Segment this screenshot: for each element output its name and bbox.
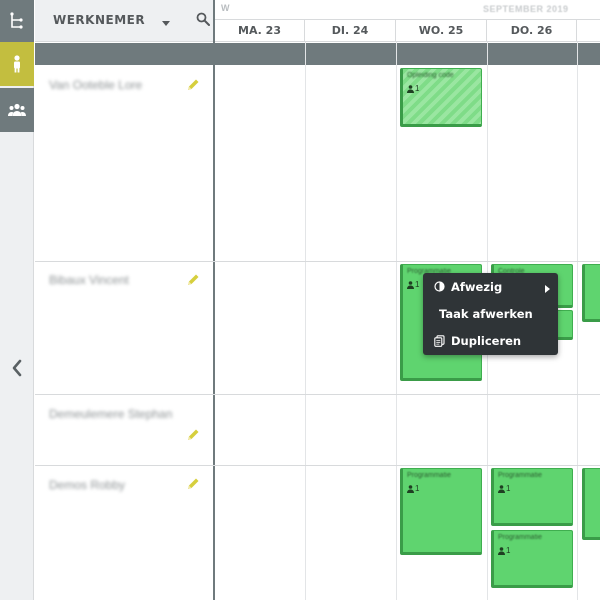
person-small-icon [407,84,414,93]
employee-name[interactable]: Van Ooteble Lore [49,74,179,96]
employee-panel-title: WERKNEMER [53,13,146,27]
task-title: Opleiding code [407,72,454,79]
person-view-button[interactable] [0,42,34,86]
group-band [35,43,600,65]
menu-item-label: Dupliceren [451,333,522,348]
task-card[interactable] [582,264,600,322]
day-strip: MA. 23 DI. 24 WO. 25 DO. 26 [215,19,600,42]
calendar-header: W SEPTEMBER 2019 MA. 23 DI. 24 WO. 25 DO… [215,0,600,42]
employee-name[interactable]: Demos Robby [49,474,179,496]
menu-item-taak-afwerken[interactable]: Taak afwerken [423,300,558,327]
half-circle-icon [431,281,447,292]
task-card[interactable] [582,468,600,540]
task-card[interactable]: Programmatie 1 [400,468,482,555]
person-small-icon [407,280,414,289]
employee-row: Van Ooteble Lore [35,65,600,262]
day-header: DO. 26 [487,20,577,42]
person-small-icon [498,484,505,493]
person-small-icon [498,546,505,555]
pencil-icon[interactable] [186,273,200,292]
week-label: W [221,3,230,13]
task-title: Programmatie [498,534,542,541]
employee-panel-header: WERKNEMER [35,0,214,42]
copy-icon [431,334,447,347]
task-assignee-count: 1 [407,484,419,493]
day-header: MA. 23 [215,20,305,42]
day-header: DI. 24 [305,20,396,42]
menu-item-label: Afwezig [451,279,503,294]
day-header: WO. 25 [396,20,487,42]
pencil-icon[interactable] [186,428,200,447]
employee-name[interactable]: Bibaux Vincent [49,269,179,291]
menu-item-dupliceren[interactable]: Dupliceren [423,327,558,354]
task-assignee-count: 1 [498,484,510,493]
task-card[interactable]: Opleiding code 1 [400,68,482,127]
context-menu: Afwezig Taak afwerken Dupliceren [423,273,558,355]
sort-dropdown-icon[interactable] [161,15,171,33]
task-assignee-count: 1 [407,280,419,289]
employee-name[interactable]: Demeulemere Stephan [49,403,179,425]
person-icon [12,55,22,73]
person-small-icon [407,484,414,493]
chevron-left-icon [11,359,23,377]
search-icon[interactable] [196,12,210,31]
task-title: Programmatie [498,472,542,479]
task-card[interactable]: Programmatie 1 [491,530,573,588]
task-assignee-count: 1 [407,84,419,93]
org-tree-icon [10,12,24,30]
group-view-button[interactable] [0,88,34,132]
pencil-icon[interactable] [186,477,200,496]
group-icon [8,103,26,117]
left-rail [0,0,34,600]
month-label: SEPTEMBER 2019 [483,4,569,14]
collapse-panel-button[interactable] [0,350,34,386]
org-tree-button[interactable] [0,0,34,42]
menu-item-label: Taak afwerken [439,306,533,321]
task-assignee-count: 1 [498,546,510,555]
caret-right-icon [545,282,550,296]
task-title: Programmatie [407,472,451,479]
employee-row: Demeulemere Stephan [35,395,600,466]
task-card[interactable]: Programmatie 1 [491,468,573,526]
pencil-icon[interactable] [186,78,200,97]
menu-item-afwezig[interactable]: Afwezig [423,273,558,300]
